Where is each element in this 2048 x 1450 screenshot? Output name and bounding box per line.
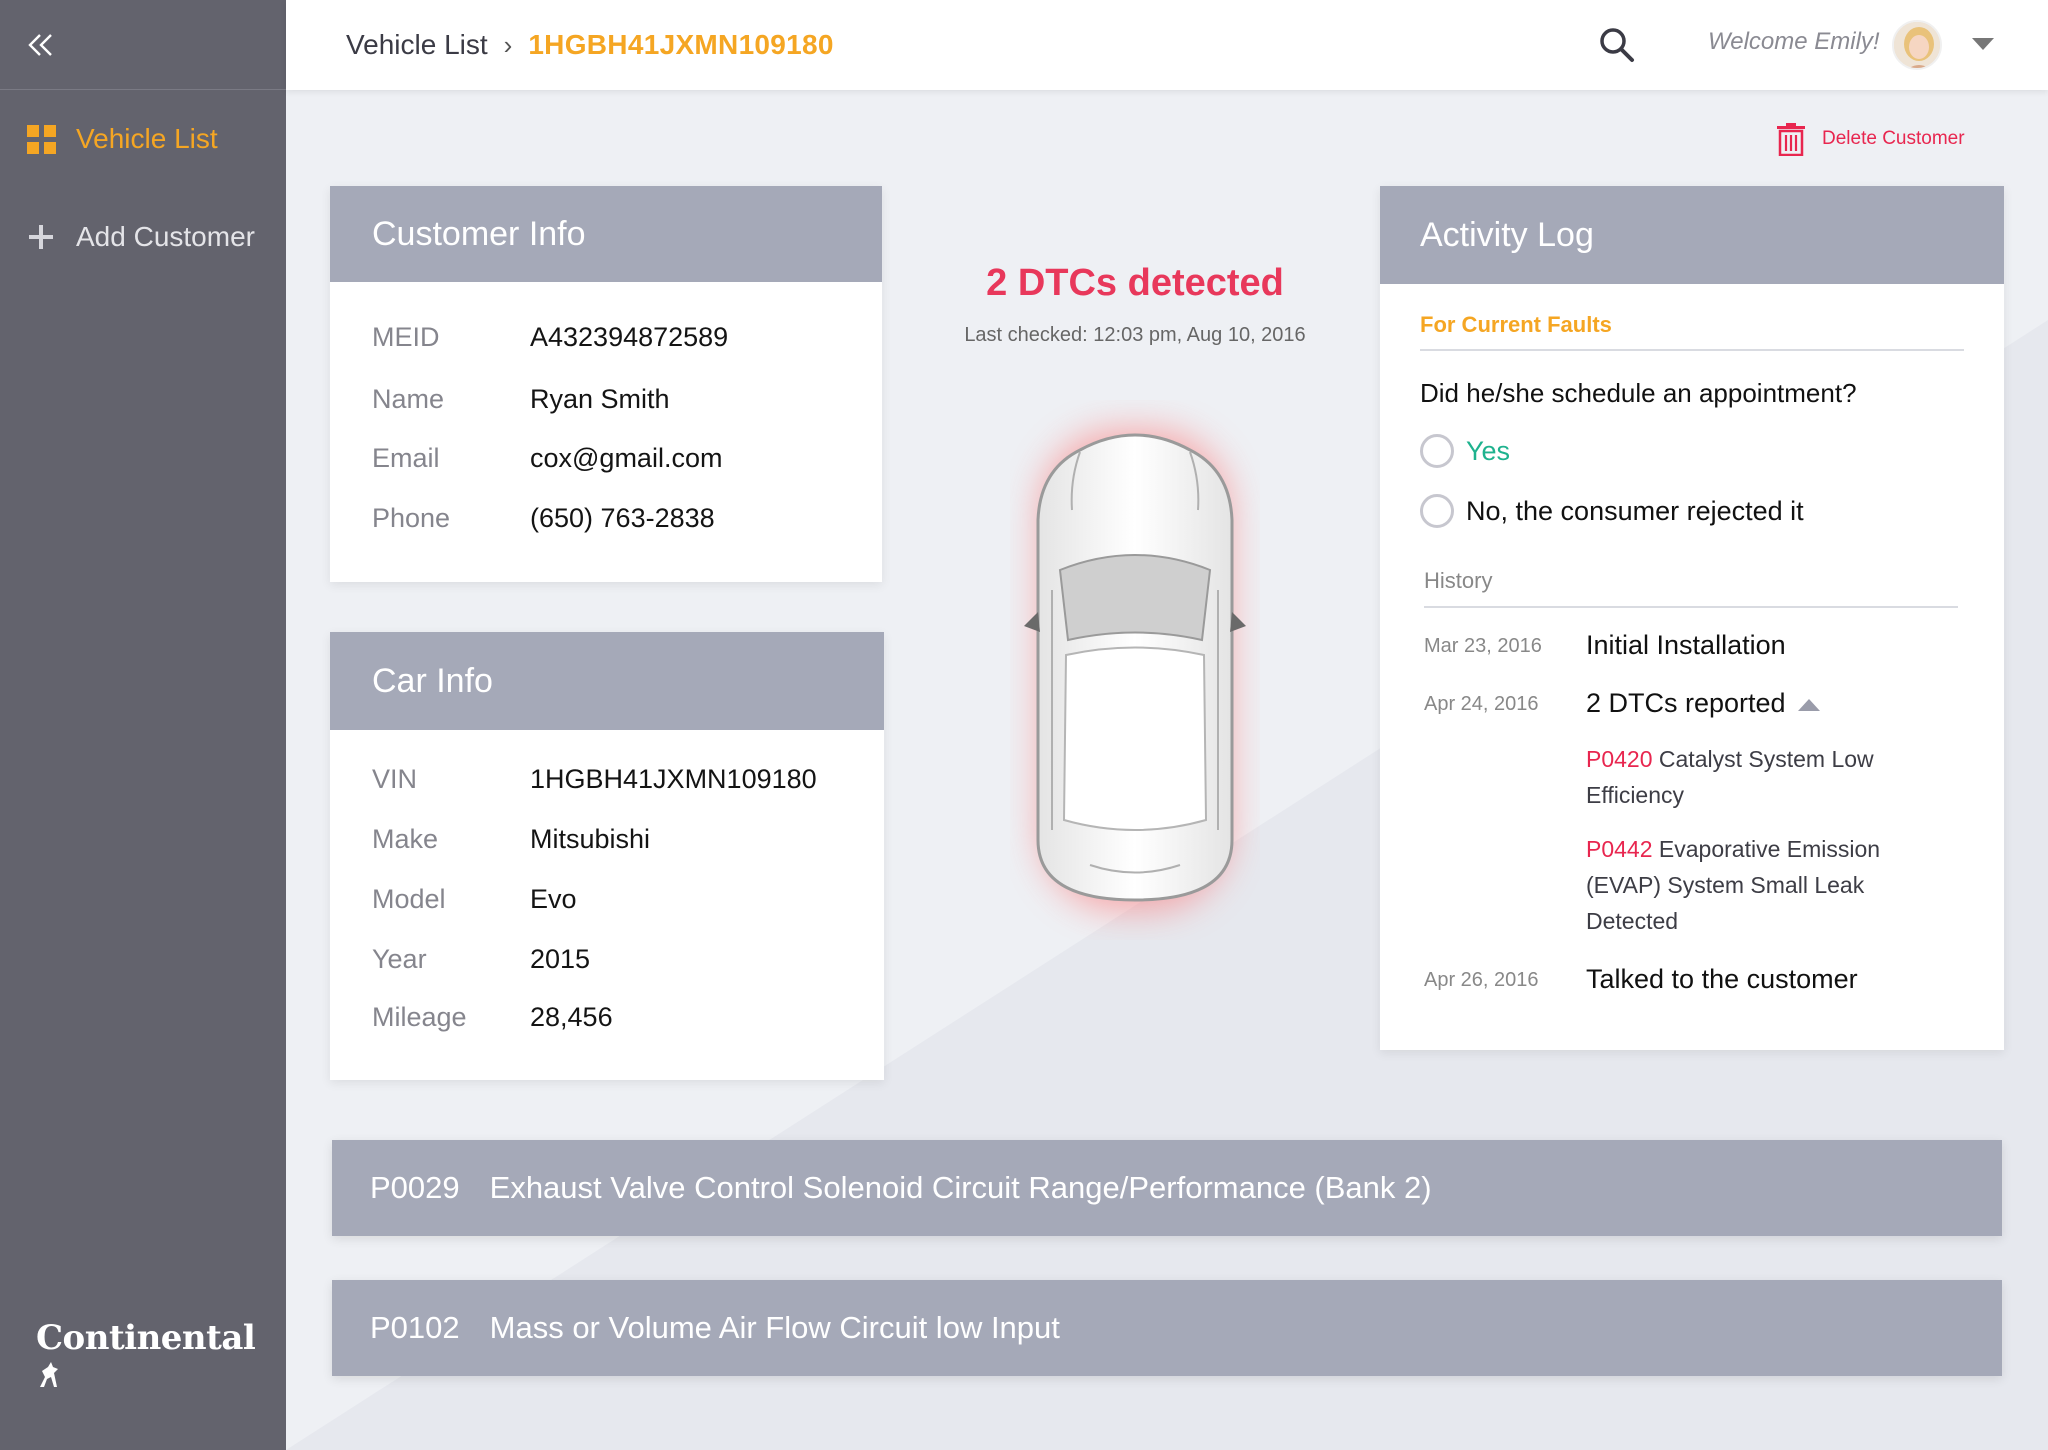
dtc-item-p0029[interactable]: P0029 Exhaust Valve Control Solenoid Cir… [332, 1140, 2002, 1236]
history-date: Apr 26, 2016 [1424, 969, 1539, 991]
field-value: Evo [530, 884, 577, 914]
history-dtc-item: P0442 Evaporative Emission (EVAP) System… [1586, 831, 1926, 939]
breadcrumb: Vehicle List › 1HGBH41JXMN109180 [346, 29, 834, 61]
breadcrumb-current-vin: 1HGBH41JXMN109180 [528, 29, 834, 60]
car-row-mileage: Mileage 28,456 [372, 1002, 613, 1033]
history-text: 2 DTCs reported [1586, 688, 1820, 719]
sidebar-item-label: Add Customer [76, 221, 255, 252]
divider [1420, 349, 1964, 351]
radio-yes[interactable]: Yes [1420, 434, 1510, 468]
customer-row-phone: Phone (650) 763-2838 [372, 503, 715, 534]
dtc-description: Exhaust Valve Control Solenoid Circuit R… [489, 1170, 1432, 1205]
sidebar-item-vehicle-list[interactable]: Vehicle List [0, 90, 286, 188]
car-info-card: Car Info VIN 1HGBH41JXMN109180 Make Mits… [330, 632, 884, 1080]
customer-info-card: Customer Info MEID A432394872589 Name Ry… [330, 186, 882, 582]
field-label: MEID [372, 322, 440, 352]
trash-icon [1777, 123, 1805, 156]
history-dtc-item: P0420 Catalyst System Low Efficiency [1586, 741, 1926, 813]
field-value: 28,456 [530, 1002, 613, 1032]
dtc-code: P0029 [370, 1170, 460, 1205]
dtc-count-title: 2 DTCs detected [986, 262, 1284, 304]
horse-logo-icon [40, 1362, 58, 1387]
field-label: Model [372, 884, 446, 914]
field-value: 2015 [530, 944, 591, 974]
continental-logo: Continental [36, 1318, 286, 1398]
field-value: (650) 763-2838 [530, 503, 715, 533]
field-label: Mileage [372, 1002, 467, 1032]
avatar[interactable] [1892, 20, 1942, 70]
field-value: A432394872589 [530, 322, 729, 352]
dtc-code: P0442 [1586, 836, 1653, 862]
car-row-make: Make Mitsubishi [372, 824, 650, 855]
sidebar-item-label: Vehicle List [76, 123, 218, 154]
field-label: Email [372, 443, 440, 473]
field-label: VIN [372, 764, 418, 794]
divider [1424, 606, 1958, 608]
history-text: Talked to the customer [1586, 964, 1858, 994]
history-label: History [1424, 568, 1493, 593]
delete-customer-label: Delete Customer [1822, 128, 1965, 149]
plus-icon [26, 222, 56, 252]
customer-info-title: Customer Info [330, 186, 882, 282]
field-value: Ryan Smith [530, 384, 670, 414]
history-entry: Apr 24, 2016 2 DTCs reported [1424, 688, 1820, 719]
chevron-down-icon[interactable] [1972, 38, 1994, 50]
field-value: 1HGBH41JXMN109180 [530, 764, 817, 794]
field-label: Name [372, 384, 445, 414]
car-row-model: Model Evo [372, 884, 577, 915]
car-row-year: Year 2015 [372, 944, 590, 975]
radio-circle[interactable] [1420, 434, 1454, 468]
grid-icon [26, 124, 56, 154]
field-label: Year [372, 944, 427, 974]
customer-row-email: Email cox@gmail.com [372, 443, 722, 474]
customer-row-meid: MEID A432394872589 [372, 322, 728, 353]
car-row-vin: VIN 1HGBH41JXMN109180 [372, 764, 817, 795]
car-top-view-icon [1024, 430, 1246, 910]
activity-log-card: Activity Log For Current Faults Did he/s… [1380, 186, 2004, 1050]
sidebar: Vehicle List Add Customer Continental [0, 0, 286, 1450]
field-value: cox@gmail.com [530, 443, 723, 473]
top-header: Vehicle List › 1HGBH41JXMN109180 Welcome… [286, 0, 2048, 90]
history-text: Initial Installation [1586, 630, 1786, 660]
radio-no-label: No, the consumer rejected it [1466, 495, 1804, 526]
breadcrumb-vehicle-list[interactable]: Vehicle List [346, 29, 488, 61]
car-info-title: Car Info [330, 632, 884, 730]
section-label-current-faults: For Current Faults [1420, 312, 1612, 337]
collapse-sidebar-icon[interactable] [26, 30, 56, 60]
chevron-right-icon: › [503, 29, 513, 60]
collapse-triangle-icon[interactable] [1797, 698, 1820, 711]
history-entry: Mar 23, 2016 Initial Installation [1424, 630, 1786, 661]
field-value: Mitsubishi [530, 824, 651, 854]
radio-no-rejected[interactable]: No, the consumer rejected it [1420, 494, 1804, 528]
field-label: Make [372, 824, 439, 854]
radio-circle[interactable] [1420, 494, 1454, 528]
activity-log-title: Activity Log [1380, 186, 2004, 284]
dtc-item-p0102[interactable]: P0102 Mass or Volume Air Flow Circuit lo… [332, 1280, 2002, 1376]
customer-row-name: Name Ryan Smith [372, 384, 670, 415]
sidebar-item-add-customer[interactable]: Add Customer [0, 188, 286, 286]
radio-yes-label: Yes [1466, 435, 1511, 466]
dtc-code: P0102 [370, 1310, 460, 1345]
welcome-text: Welcome Emily! [1708, 28, 1880, 55]
last-checked-text: Last checked: 12:03 pm, Aug 10, 2016 [964, 324, 1306, 346]
history-entry: Apr 26, 2016 Talked to the customer [1424, 964, 1858, 995]
dtc-code: P0420 [1586, 746, 1653, 772]
dtc-description: Mass or Volume Air Flow Circuit low Inpu… [489, 1310, 1060, 1345]
search-icon[interactable] [1596, 24, 1636, 64]
delete-customer-button[interactable]: Delete Customer [1776, 122, 1965, 156]
sidebar-top [0, 0, 286, 90]
appointment-question: Did he/she schedule an appointment? [1420, 378, 1857, 408]
history-date: Apr 24, 2016 [1424, 693, 1539, 715]
history-date: Mar 23, 2016 [1424, 635, 1542, 657]
field-label: Phone [372, 503, 451, 533]
